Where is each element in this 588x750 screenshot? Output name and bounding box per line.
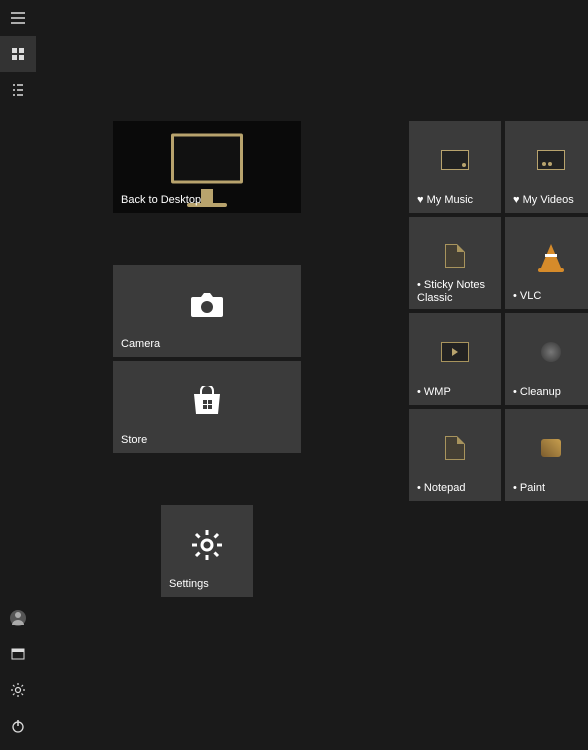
tile-label: • WMP: [417, 386, 451, 399]
power-icon: [10, 718, 26, 734]
all-apps-button[interactable]: [0, 72, 36, 108]
tile-label: ♥ My Music: [417, 194, 473, 207]
power-button[interactable]: [0, 708, 36, 744]
sidebar-top-group: [0, 0, 36, 108]
user-icon: [10, 610, 26, 626]
tile-label: Settings: [169, 578, 209, 591]
tile-label: ♥ My Videos: [513, 194, 574, 207]
start-sidebar: [0, 0, 36, 750]
tile-notepad[interactable]: • Notepad: [408, 408, 502, 502]
settings-icon: [10, 682, 26, 698]
pinned-tiles-button[interactable]: [0, 36, 36, 72]
tile-label: • Sticky Notes Classic: [417, 279, 501, 305]
all-apps-icon: [10, 82, 26, 98]
user-button[interactable]: [0, 600, 36, 636]
cleanup-icon: [541, 342, 561, 362]
sidebar-bottom-group: [0, 600, 36, 750]
music-folder-icon: [441, 150, 469, 170]
tile-label: • VLC: [513, 290, 541, 303]
tile-label: Camera: [121, 338, 160, 351]
hamburger-icon: [10, 10, 26, 26]
pinned-tiles-icon: [10, 46, 26, 62]
start-tiles-area: Back to Desktop Camera Store Settings ♥ …: [36, 0, 588, 750]
settings-button[interactable]: [0, 672, 36, 708]
tile-vlc[interactable]: • VLC: [504, 216, 588, 310]
tile-back-to-desktop[interactable]: Back to Desktop: [112, 120, 302, 214]
file-explorer-icon: [10, 646, 26, 662]
tile-label: • Paint: [513, 482, 545, 495]
sticky-notes-icon: [445, 244, 465, 268]
notepad-icon: [445, 436, 465, 460]
camera-icon: [189, 291, 225, 319]
tile-label: • Cleanup: [513, 386, 561, 399]
store-icon: [190, 386, 224, 416]
tile-store[interactable]: Store: [112, 360, 302, 454]
tile-my-music[interactable]: ♥ My Music: [408, 120, 502, 214]
file-explorer-button[interactable]: [0, 636, 36, 672]
monitor-icon: [171, 134, 243, 184]
wmp-icon: [441, 342, 469, 362]
tile-my-videos[interactable]: ♥ My Videos: [504, 120, 588, 214]
tile-label: • Notepad: [417, 482, 466, 495]
tile-settings[interactable]: Settings: [160, 504, 254, 598]
tile-cleanup[interactable]: • Cleanup: [504, 312, 588, 406]
tile-camera[interactable]: Camera: [112, 264, 302, 358]
gear-icon: [190, 528, 224, 562]
tile-label: Store: [121, 434, 147, 447]
tile-wmp[interactable]: • WMP: [408, 312, 502, 406]
tile-label: Back to Desktop: [121, 194, 201, 207]
tile-paint[interactable]: • Paint: [504, 408, 588, 502]
tile-sticky-notes[interactable]: • Sticky Notes Classic: [408, 216, 502, 310]
paint-icon: [541, 439, 561, 457]
video-folder-icon: [537, 150, 565, 170]
hamburger-button[interactable]: [0, 0, 36, 36]
